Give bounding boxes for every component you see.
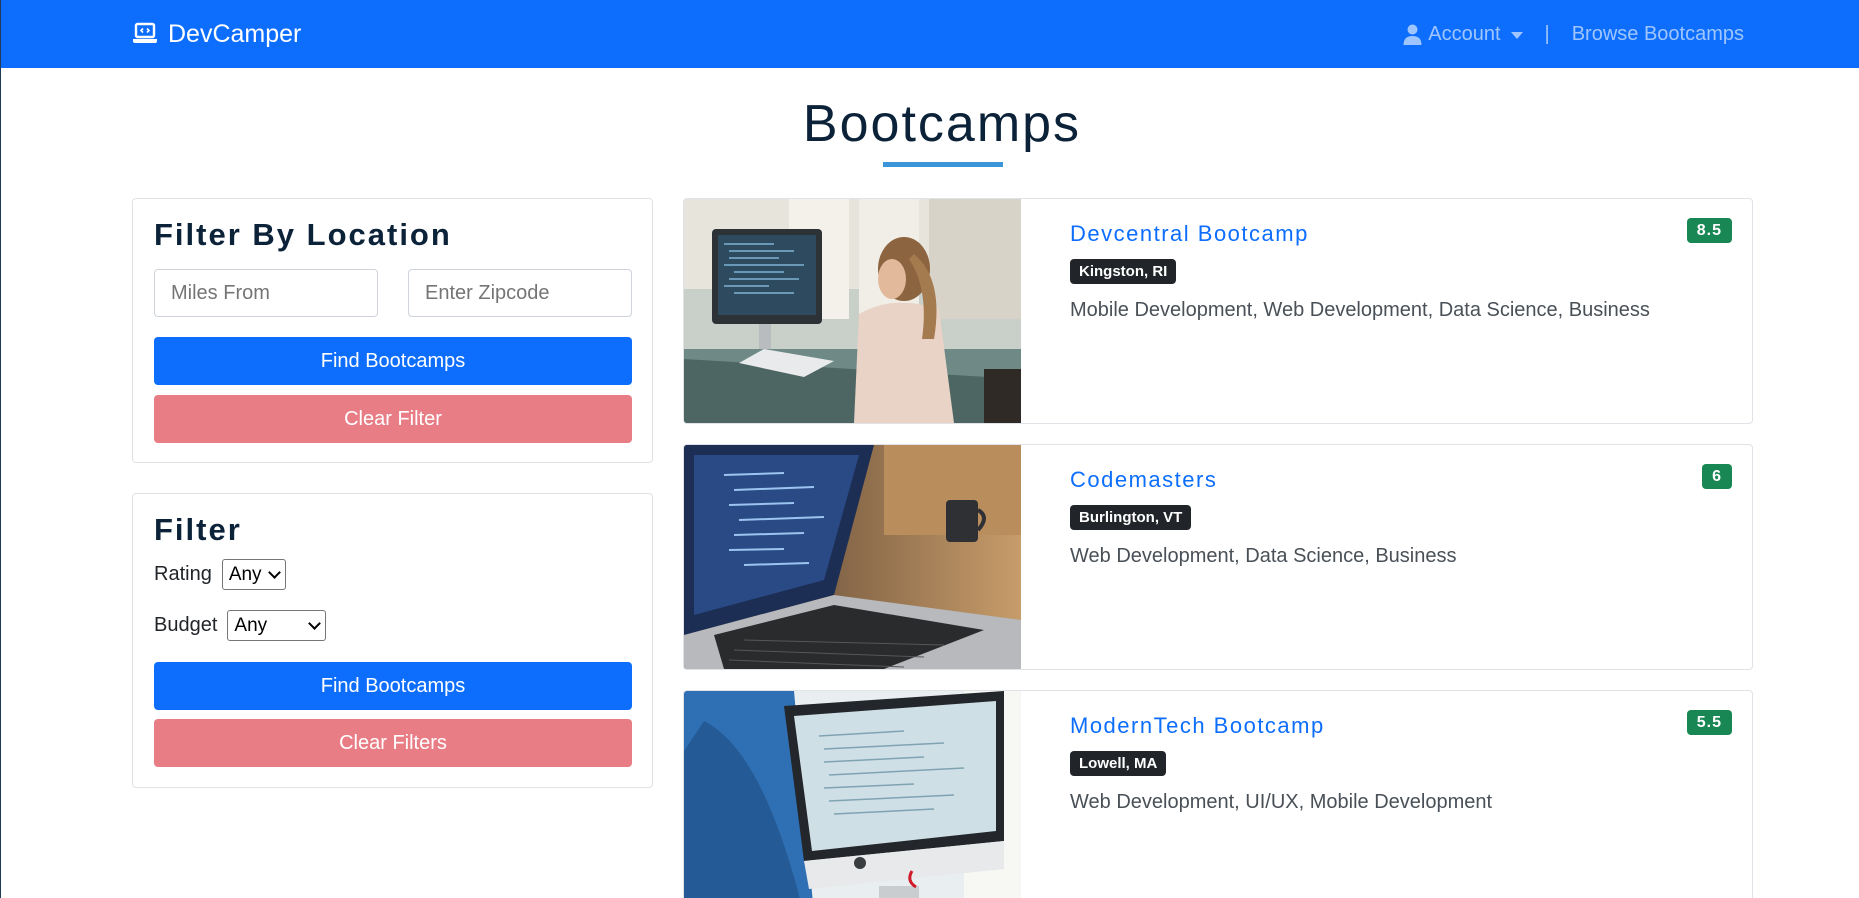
location-badge: Burlington, VT <box>1070 505 1192 530</box>
rating-select[interactable]: Any <box>221 559 286 590</box>
bootcamp-photo[interactable] <box>684 199 1021 423</box>
navbar: DevCamper Account | Browse Bootcamps <box>1 0 1859 68</box>
clear-filter-button[interactable]: Clear Filter <box>154 395 632 443</box>
location-badge: Lowell, MA <box>1070 751 1167 776</box>
miles-from-input[interactable] <box>154 269 378 317</box>
location-filter-card: Filter By Location Find Bootcamps Clear … <box>132 198 653 463</box>
account-label: Account <box>1428 22 1501 45</box>
bootcamp-photo[interactable] <box>684 691 1021 898</box>
chevron-down-icon <box>308 616 322 630</box>
rating-badge: 5.5 <box>1686 710 1732 735</box>
page-title: Bootcamps <box>802 95 1082 153</box>
budget-label: Budget <box>154 614 218 636</box>
clear-filters-button[interactable]: Clear Filters <box>154 719 632 767</box>
bootcamp-careers: Web Development, UI/UX, Mobile Developme… <box>1070 791 1493 813</box>
laptop-code-icon <box>133 22 157 43</box>
browse-bootcamps-link[interactable]: Browse Bootcamps <box>1572 23 1744 46</box>
find-bootcamps-location-button[interactable]: Find Bootcamps <box>154 337 632 385</box>
zipcode-input[interactable] <box>408 269 632 317</box>
rating-badge: 8.5 <box>1686 218 1732 243</box>
bootcamp-card: ModernTech Bootcamp Lowell, MA Web Devel… <box>683 690 1753 898</box>
bootcamp-name-link[interactable]: ModernTech Bootcamp <box>1070 713 1325 739</box>
bootcamp-card: Devcentral Bootcamp Kingston, RI Mobile … <box>683 198 1753 424</box>
bootcamp-name-link[interactable]: Devcentral Bootcamp <box>1070 221 1309 247</box>
rating-filter-row: Rating Any <box>154 559 286 590</box>
budget-select[interactable]: Any <box>227 610 327 641</box>
account-dropdown[interactable]: Account <box>1403 22 1523 46</box>
caret-down-icon <box>1510 31 1523 39</box>
chevron-down-icon <box>267 565 281 579</box>
bootcamp-card: Codemasters Burlington, VT Web Developme… <box>683 444 1753 670</box>
rating-label: Rating <box>154 563 212 585</box>
user-icon <box>1403 24 1422 45</box>
bootcamp-careers: Mobile Development, Web Development, Dat… <box>1070 299 1650 321</box>
location-filter-title: Filter By Location <box>154 217 452 252</box>
location-badge: Kingston, RI <box>1070 259 1177 284</box>
budget-select-value: Any <box>234 614 268 636</box>
bootcamp-photo[interactable] <box>684 445 1021 669</box>
rating-select-value: Any <box>228 563 262 585</box>
bootcamp-name-link[interactable]: Codemasters <box>1070 467 1217 493</box>
bootcamp-careers: Web Development, Data Science, Business <box>1070 545 1457 567</box>
rating-badge: 6 <box>1702 464 1732 489</box>
title-underline <box>883 162 1003 167</box>
budget-filter-row: Budget Any <box>154 610 327 641</box>
brand-link[interactable]: DevCamper <box>132 18 301 50</box>
find-bootcamps-button[interactable]: Find Bootcamps <box>154 662 632 710</box>
nav-separator: | <box>1544 22 1550 45</box>
filter-card: Filter Rating Any Budget Any Find Bootca… <box>132 493 653 788</box>
filter-title: Filter <box>154 512 242 547</box>
brand-name: DevCamper <box>168 19 302 48</box>
nav-right: Account | Browse Bootcamps <box>1403 20 1744 48</box>
